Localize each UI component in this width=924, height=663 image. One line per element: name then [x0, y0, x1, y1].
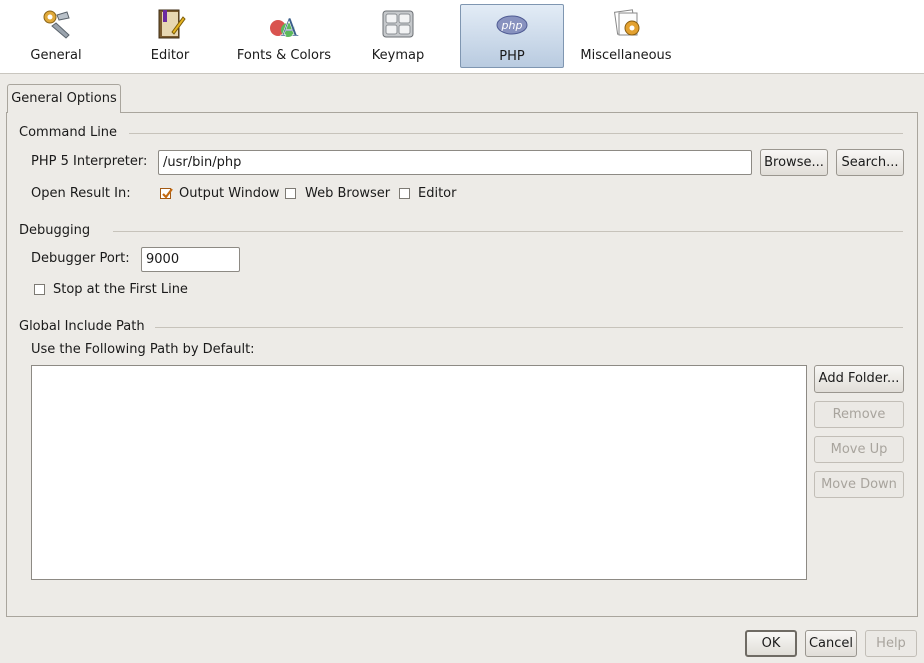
search-button[interactable]: Search... [836, 149, 904, 176]
add-folder-button[interactable]: Add Folder... [814, 365, 904, 393]
category-label: Fonts & Colors [236, 48, 332, 63]
editor-book-icon [158, 9, 186, 39]
cancel-button[interactable]: Cancel [805, 630, 857, 657]
svg-text:A: A [280, 14, 299, 40]
section-header: Command Line [19, 125, 126, 140]
section-command-line: Command Line [19, 125, 903, 141]
section-header: Global Include Path [19, 319, 153, 334]
category-keymap[interactable]: Keymap [346, 4, 450, 68]
check-icon [162, 188, 173, 199]
miscellaneous-icon [613, 9, 640, 36]
category-php[interactable]: php PHP [460, 4, 564, 68]
keymap-icon [382, 10, 414, 38]
section-divider [155, 327, 903, 328]
interpreter-label: PHP 5 Interpreter: [31, 154, 148, 169]
web-browser-label[interactable]: Web Browser [305, 186, 390, 201]
include-path-list[interactable] [31, 365, 807, 580]
category-toolbar: General Editor A Fonts & Colors Keymap p… [0, 0, 924, 74]
editor-option-label[interactable]: Editor [418, 186, 456, 201]
stop-first-line-label[interactable]: Stop at the First Line [53, 282, 188, 297]
section-debugging: Debugging [19, 223, 903, 239]
editor-checkbox[interactable] [399, 188, 410, 199]
debugger-port-label: Debugger Port: [31, 251, 130, 266]
section-divider [113, 231, 903, 232]
interpreter-path-input[interactable]: /usr/bin/php [158, 150, 752, 175]
tab-general-options[interactable]: General Options [7, 84, 121, 113]
category-miscellaneous[interactable]: Miscellaneous [574, 4, 678, 68]
output-window-label[interactable]: Output Window [179, 186, 280, 201]
category-label: Miscellaneous [580, 48, 672, 63]
category-label: Keymap [371, 48, 425, 63]
section-header: Debugging [19, 223, 99, 238]
help-button[interactable]: Help [865, 630, 917, 657]
section-global-include-path: Global Include Path [19, 319, 903, 335]
tools-icon [43, 10, 70, 39]
category-label: PHP [499, 49, 525, 64]
tab-label: General Options [11, 91, 117, 106]
ok-button[interactable]: OK [745, 630, 797, 657]
category-label: General [30, 48, 82, 63]
category-label: Editor [150, 48, 190, 63]
category-editor[interactable]: Editor [118, 4, 222, 68]
web-browser-checkbox[interactable] [285, 188, 296, 199]
php-icon: php [496, 15, 528, 35]
default-path-label: Use the Following Path by Default: [31, 342, 255, 357]
move-down-button[interactable]: Move Down [814, 471, 904, 498]
category-fonts-colors[interactable]: A Fonts & Colors [232, 4, 336, 68]
browse-button[interactable]: Browse... [760, 149, 828, 176]
remove-button[interactable]: Remove [814, 401, 904, 428]
stop-first-line-checkbox[interactable] [34, 284, 45, 295]
move-up-button[interactable]: Move Up [814, 436, 904, 463]
debugger-port-input[interactable]: 9000 [141, 247, 240, 272]
section-divider [129, 133, 903, 134]
svg-text:php: php [501, 19, 523, 32]
open-result-label: Open Result In: [31, 186, 131, 201]
category-general[interactable]: General [4, 4, 108, 68]
fonts-colors-icon: A [270, 14, 299, 40]
output-window-checkbox[interactable] [160, 188, 173, 199]
